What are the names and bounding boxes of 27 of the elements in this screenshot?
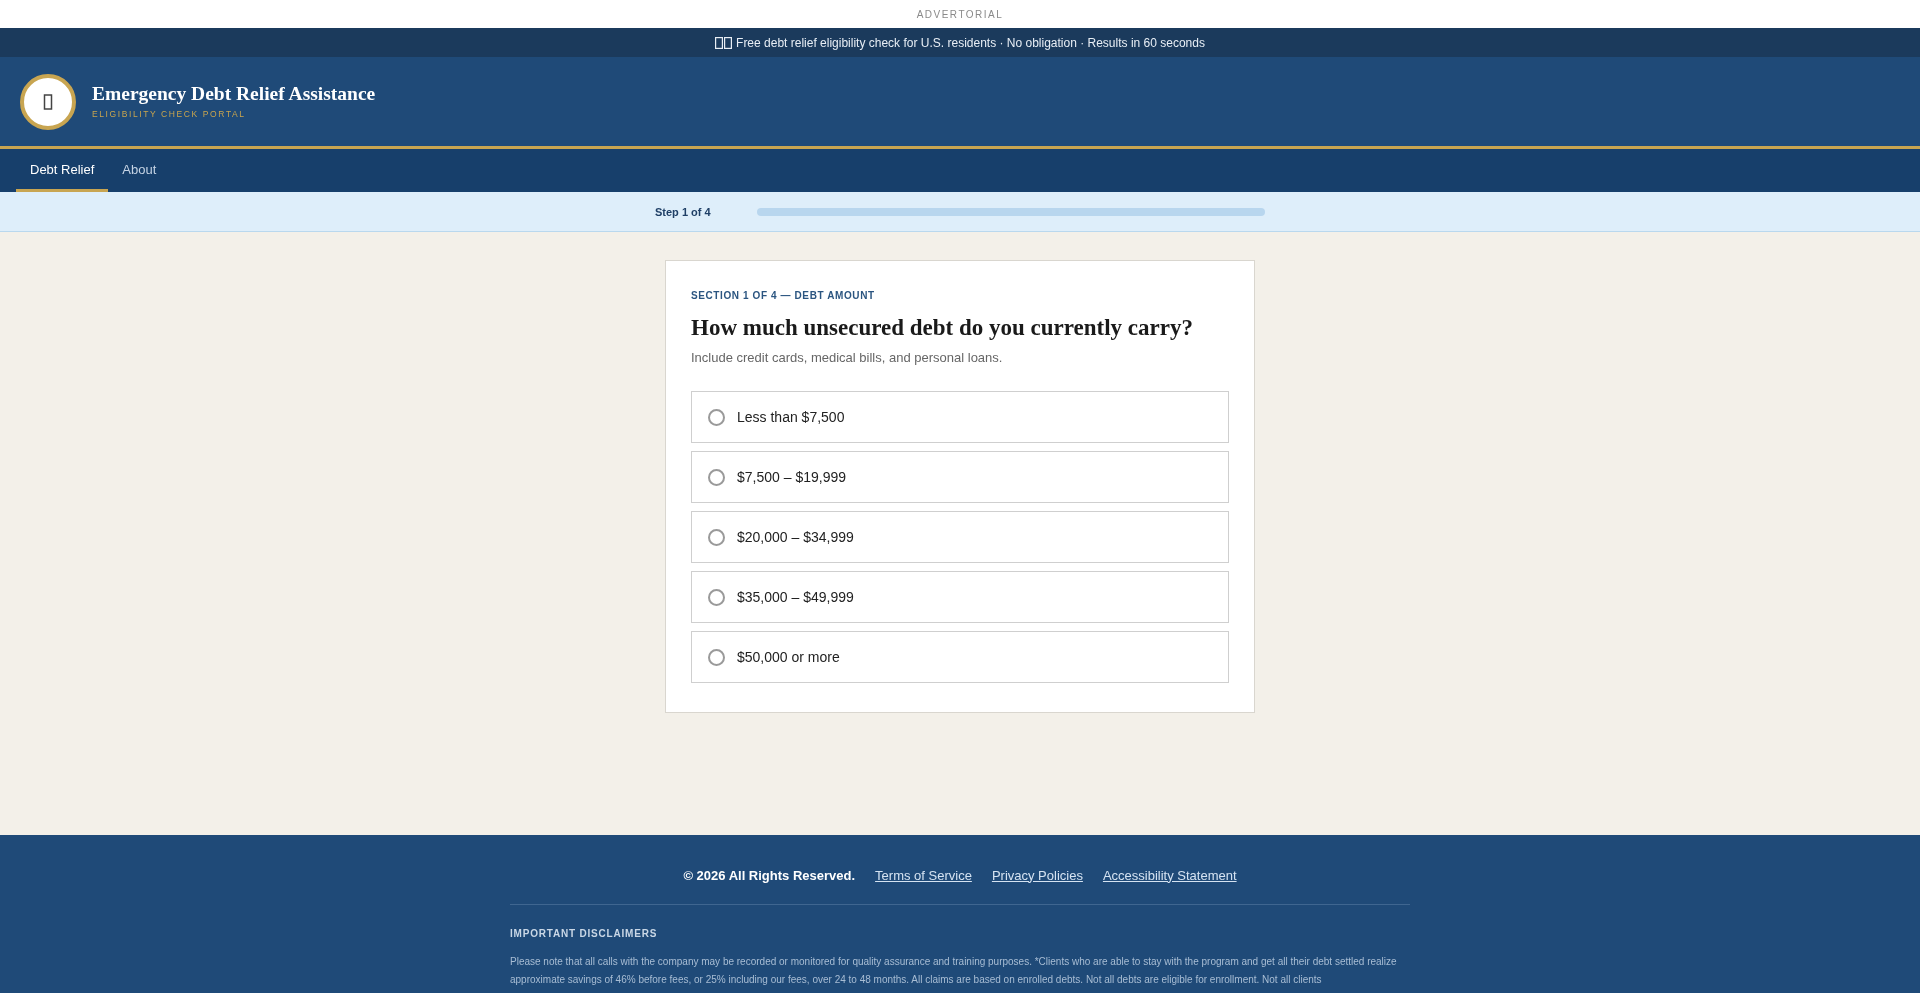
advertorial-label: ADVERTORIAL xyxy=(916,8,1004,20)
section-label: SECTION 1 OF 4 — DEBT AMOUNT xyxy=(691,289,876,303)
radio-button[interactable] xyxy=(708,528,725,546)
footer-link[interactable]: Privacy Policies xyxy=(991,867,1083,883)
copyright-text: © 2026 All Rights Reserved. xyxy=(683,867,856,883)
disclaimer-text: Please note that all calls with the company may be recorded or monitored for quality assurance and training purposes. *Clients who are able to stay with the program and get all their debt settled realize approximate savings of 46% before fees, or 25% including our fees, over 24 to 48 months. All claims are based on enrolled debts. Not all debts are eligible for enrollment. Not all clients xyxy=(510,955,1398,987)
answer-option[interactable]: $7,500 – $19,999 xyxy=(691,451,1229,503)
footer-link[interactable]: Accessibility Statement xyxy=(1102,867,1237,883)
disclaimer-heading: IMPORTANT DISCLAIMERS xyxy=(510,927,659,941)
radio-button[interactable] xyxy=(708,588,725,606)
radio-button[interactable] xyxy=(708,468,725,486)
answer-option[interactable]: $20,000 – $34,999 xyxy=(691,511,1229,563)
answer-option[interactable]: $50,000 or more xyxy=(691,631,1229,683)
announcement-text: Free debt relief eligibility check for U.S. residents · No obligation · Results in 60 seconds xyxy=(736,35,1205,50)
radio-button[interactable] xyxy=(708,648,725,666)
question-hint: Include credit cards, medical bills, and personal loans. xyxy=(691,349,1004,367)
step-label: Step 1 of 4 xyxy=(655,205,711,218)
radio-button[interactable] xyxy=(708,408,725,426)
footer-link[interactable]: Terms of Service xyxy=(875,867,972,883)
site-title: Emergency Debt Relief Assistance xyxy=(92,83,376,105)
question-heading: How much unsecured debt do you currently carry? xyxy=(691,314,1194,342)
site-subtitle: ELIGIBILITY CHECK PORTAL xyxy=(92,108,246,120)
logo-icon xyxy=(20,73,76,130)
answer-option[interactable]: Less than $7,500 xyxy=(691,391,1229,443)
nav-tab[interactable]: About xyxy=(108,149,171,192)
glyph-boxes-icon xyxy=(715,36,733,49)
answer-option[interactable]: $35,000 – $49,999 xyxy=(691,571,1229,623)
